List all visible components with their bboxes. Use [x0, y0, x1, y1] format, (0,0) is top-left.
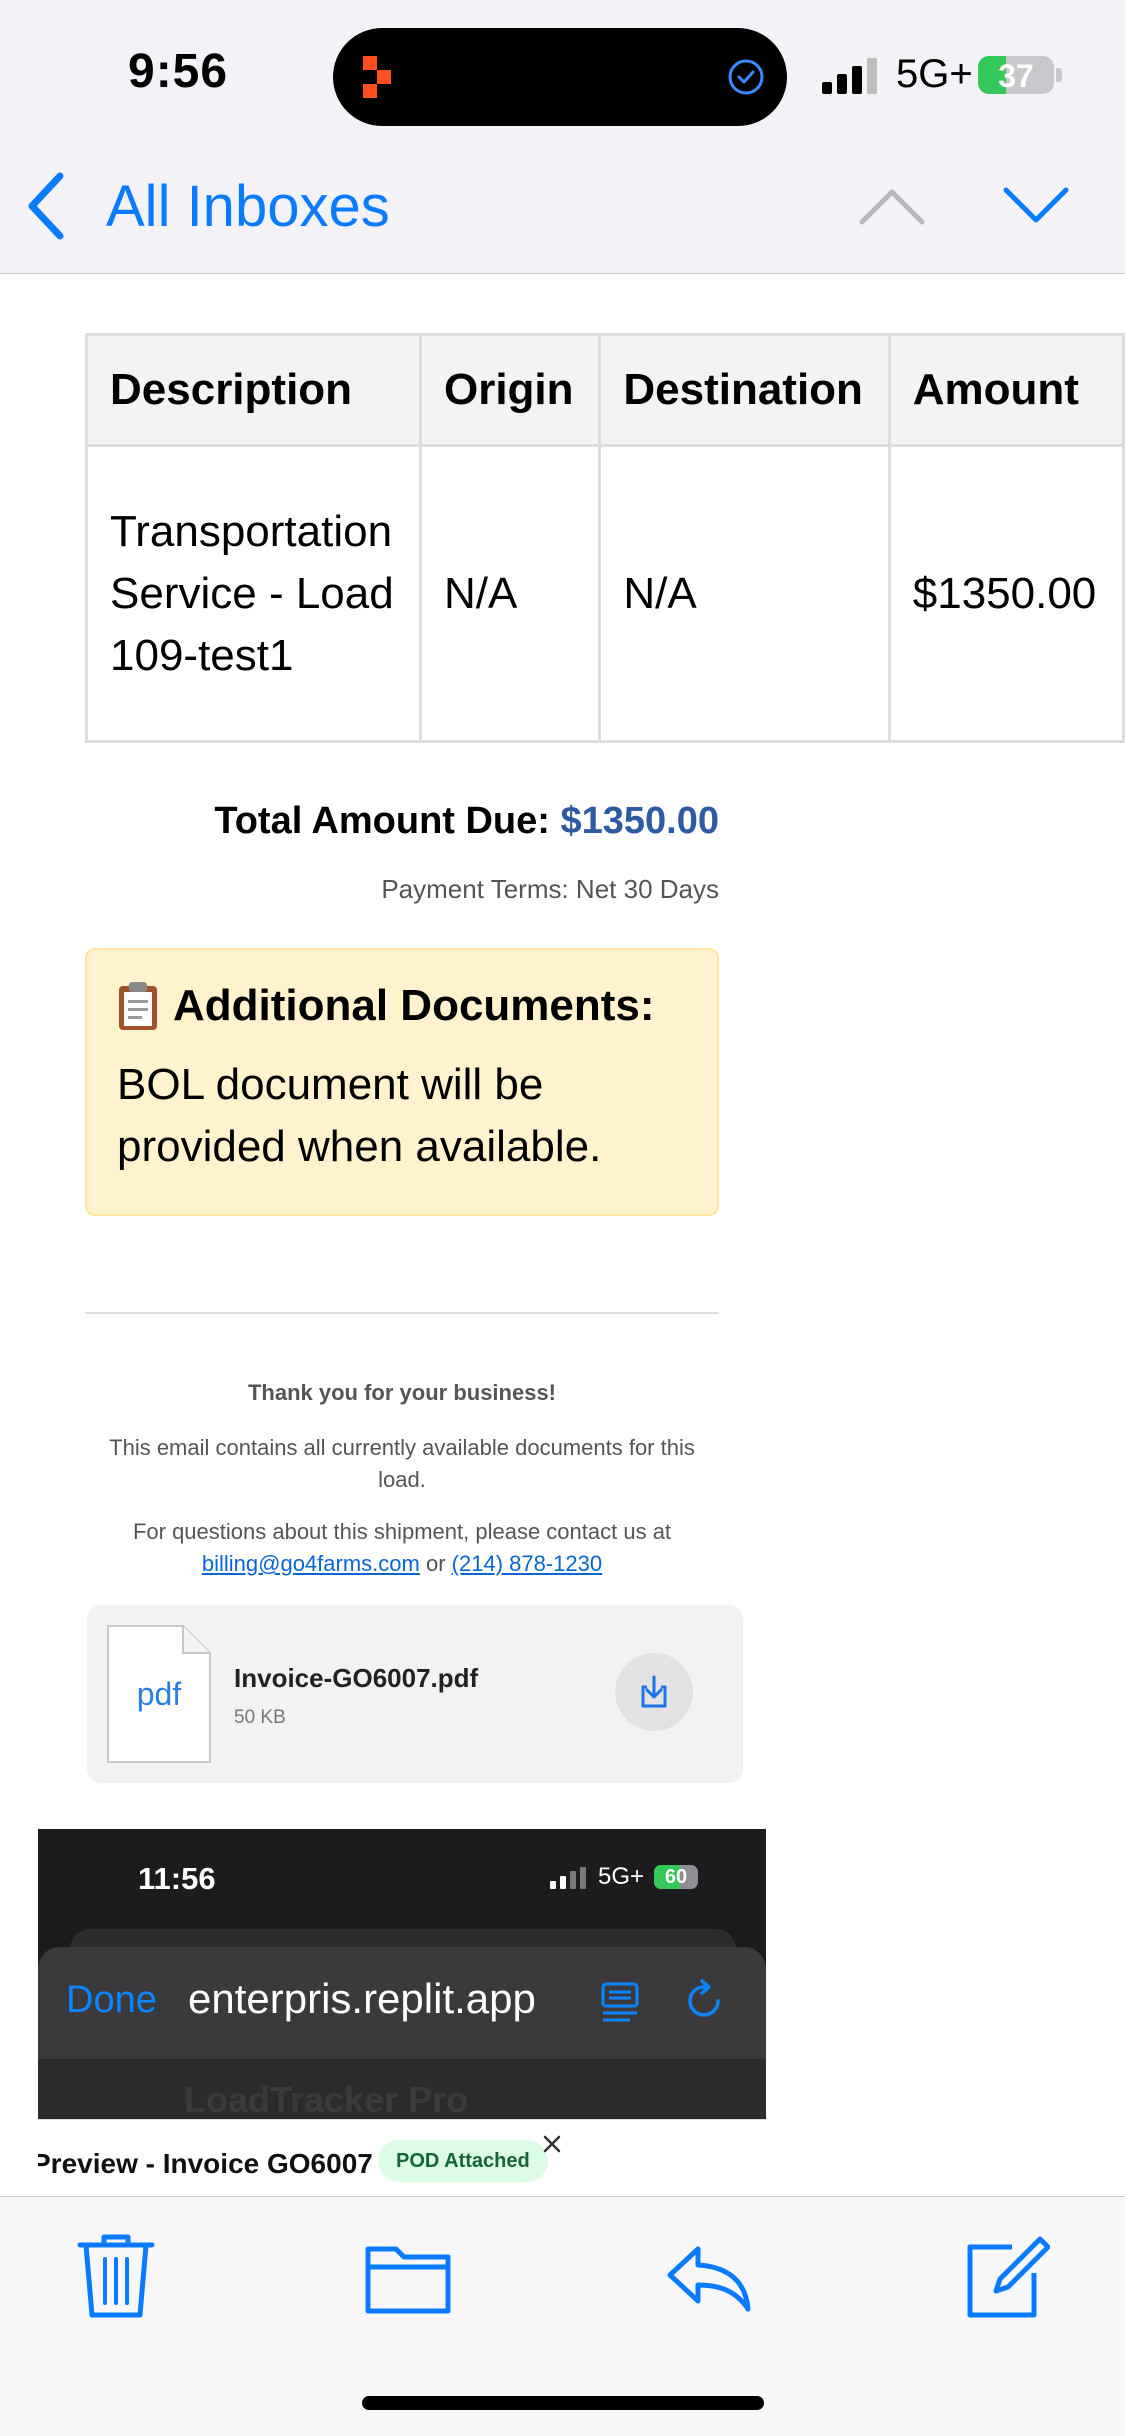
chevron-down-icon[interactable] — [1000, 182, 1072, 230]
chevron-up-icon[interactable] — [856, 182, 928, 230]
invoice-table: Description Origin Destination Amount Tr… — [85, 333, 1125, 743]
folder-icon[interactable] — [364, 2231, 452, 2321]
attachment-card[interactable]: pdf Invoice-GO6007.pdf 50 KB — [87, 1605, 743, 1783]
reply-icon[interactable] — [664, 2231, 752, 2321]
back-button[interactable]: All Inboxes — [24, 166, 390, 246]
battery-cap — [1056, 68, 1062, 82]
pod-attached-badge: POD Attached — [378, 2140, 548, 2182]
cell-description: Transportation Service - Load 109-test1 — [85, 444, 422, 743]
embedded-preview-bar: Preview - Invoice GO6007 POD Attached — [38, 2119, 766, 2196]
embedded-done-button: Done — [66, 1979, 157, 2021]
embedded-preview-title: Preview - Invoice GO6007 — [38, 2148, 373, 2179]
thank-you-text: Thank you for your business! — [247, 1380, 557, 1405]
trash-icon[interactable] — [72, 2231, 160, 2321]
table-header-row: Description Origin Destination Amount — [85, 333, 1125, 447]
email-link[interactable]: billing@go4farms.com — [202, 1551, 420, 1576]
download-icon — [641, 1675, 667, 1708]
pdf-file-icon: pdf — [107, 1625, 211, 1763]
dynamic-island — [333, 28, 787, 126]
attachment-name: Invoice-GO6007.pdf — [234, 1663, 479, 1693]
embedded-screenshot[interactable]: 11:56 5G+ 60 Done enterpris.replit.app L… — [38, 1829, 766, 2196]
header-amount: Amount — [887, 333, 1125, 447]
chevron-left-icon — [28, 172, 64, 240]
embedded-network: 5G+ — [598, 1863, 645, 1890]
compose-icon[interactable] — [962, 2231, 1050, 2321]
signal-icon — [822, 58, 877, 94]
footer-contact: For questions about this shipment, pleas… — [85, 1516, 719, 1580]
contact-prefix: For questions about this shipment, pleas… — [132, 1519, 672, 1544]
additional-documents-notice: Additional Documents: BOL document will … — [85, 948, 719, 1216]
back-label: All Inboxes — [106, 173, 390, 239]
battery-level: 37 — [998, 58, 1034, 94]
pdf-thumb-label: pdf — [137, 1676, 182, 1712]
total-amount: $1350.00 — [560, 800, 720, 842]
reload-icon — [688, 1979, 720, 2017]
app-activity-icon — [363, 56, 391, 98]
divider — [85, 1312, 719, 1314]
cell-origin: N/A — [418, 444, 602, 743]
download-button[interactable] — [615, 1653, 693, 1731]
embedded-url: enterpris.replit.app — [188, 1975, 536, 2022]
header-origin: Origin — [418, 333, 602, 447]
clipboard-icon — [119, 982, 157, 1030]
footer-note: This email contains all currently availa… — [109, 1435, 695, 1492]
docs-heading-label: Additional Documents: — [173, 981, 655, 1030]
header-description: Description — [85, 333, 422, 447]
header-destination: Destination — [598, 333, 891, 447]
nav-bar: All Inboxes — [0, 150, 1125, 274]
total-amount-due: Total Amount Due: $1350.00 — [85, 800, 719, 843]
contact-or: or — [425, 1551, 446, 1576]
embedded-battery-icon: 60 — [654, 1865, 698, 1889]
status-time: 9:56 — [128, 45, 229, 98]
attachment-size: 50 KB — [234, 1707, 286, 1728]
embedded-signal-icon — [550, 1867, 586, 1889]
table-row: Transportation Service - Load 109-test1 … — [85, 444, 1125, 743]
status-bar: 9:56 5G+ 37 — [0, 0, 1125, 150]
check-circle-icon — [728, 59, 764, 95]
network-label: 5G+ — [896, 52, 973, 96]
cell-amount: $1350.00 — [887, 444, 1125, 743]
embedded-battery-level: 60 — [664, 1866, 688, 1888]
docs-text: BOL document will be provided when avail… — [117, 1060, 602, 1171]
phone-link[interactable]: (214) 878-1230 — [452, 1551, 602, 1576]
additional-documents-heading: Additional Documents: — [117, 980, 687, 1032]
home-indicator — [362, 2396, 764, 2410]
embedded-browser-toolbar: Done enterpris.replit.app — [38, 1947, 766, 2059]
battery-icon: 37 — [978, 56, 1054, 94]
reader-icon — [601, 1982, 639, 2022]
close-icon — [543, 2135, 561, 2153]
embedded-time: 11:56 — [138, 1861, 216, 1896]
embedded-app-title: LoadTracker Pro — [184, 2079, 469, 2120]
payment-terms: Payment Terms: Net 30 Days — [381, 874, 719, 904]
total-label: Total Amount Due: — [214, 800, 550, 842]
cell-destination: N/A — [598, 444, 891, 743]
